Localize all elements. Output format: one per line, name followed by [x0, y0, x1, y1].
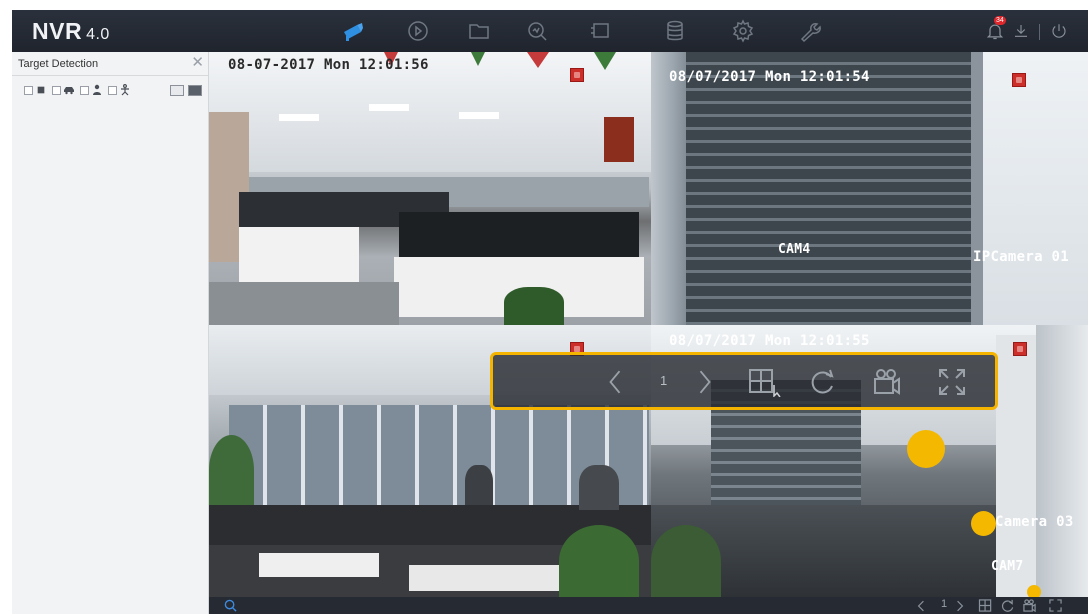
- search-icon[interactable]: [223, 598, 237, 613]
- previous-screen-icon[interactable]: [915, 598, 927, 613]
- human-checkbox[interactable]: [80, 85, 89, 95]
- camera-name: Camera 03: [995, 514, 1074, 530]
- gear-icon[interactable]: [730, 19, 756, 43]
- start-recording-icon[interactable]: [869, 367, 903, 397]
- app-logo: NVR 4.0: [32, 18, 110, 45]
- live-view-floating-toolbar: 1: [490, 352, 998, 410]
- human-body-icon: [119, 84, 131, 96]
- recording-indicator-icon: [570, 68, 584, 82]
- download-icon[interactable]: [1010, 19, 1032, 43]
- alarm-count-badge: 34: [994, 16, 1006, 25]
- folder-icon[interactable]: [466, 19, 492, 43]
- desk: [409, 565, 579, 591]
- playback-icon[interactable]: [405, 19, 431, 43]
- layout-grid-icon[interactable]: [977, 598, 995, 613]
- time-filter-button[interactable]: [170, 84, 184, 96]
- pillar: [1036, 325, 1088, 597]
- camera-timestamp: 08-07-2017 Mon 12:01:56: [228, 57, 429, 73]
- select-all-checkbox[interactable]: [24, 85, 33, 95]
- vehicle-checkbox[interactable]: [52, 85, 61, 95]
- building-edge: [971, 52, 983, 325]
- database-icon[interactable]: [662, 19, 688, 43]
- panel-title: Target Detection: [18, 57, 99, 70]
- floor: [209, 282, 399, 325]
- desk-partition: [399, 212, 639, 257]
- camera-name: IPCamera 01: [973, 249, 1070, 265]
- alarm-bell-icon[interactable]: 34: [984, 16, 1006, 43]
- close-icon[interactable]: ✕: [191, 55, 204, 71]
- auto-switch-icon[interactable]: [805, 367, 839, 397]
- target-detection-panel: Target Detection ✕: [12, 52, 209, 614]
- building-facade: [686, 52, 971, 325]
- camera-label: CAM4: [778, 242, 811, 257]
- version-text: 4.0: [86, 26, 110, 43]
- camera-label: CAM7: [991, 559, 1024, 574]
- full-screen-icon[interactable]: [935, 367, 969, 397]
- screen-page-number: 1: [660, 373, 668, 388]
- screen-page-number: 1: [941, 598, 948, 610]
- poster: [604, 117, 634, 162]
- plant: [209, 435, 254, 505]
- ceiling-light: [279, 114, 319, 121]
- next-screen-icon[interactable]: [954, 598, 966, 613]
- layout-grid-icon[interactable]: [747, 367, 783, 397]
- next-screen-icon[interactable]: [693, 367, 717, 397]
- top-menu-bar: NVR 4.0 34: [12, 10, 1088, 52]
- highlight-marker: [907, 430, 945, 468]
- camera-timestamp: 08/07/2017 Mon 12:01:55: [669, 333, 870, 349]
- sky: [971, 52, 1088, 325]
- bottom-toolbar: 1: [209, 597, 1088, 614]
- live-view-camera-icon[interactable]: [340, 19, 366, 43]
- person: [579, 465, 619, 510]
- car-icon: [63, 84, 75, 96]
- divider: [1039, 24, 1040, 40]
- panel-header: Target Detection ✕: [12, 52, 208, 76]
- window-icon[interactable]: [587, 19, 613, 43]
- ceiling-light: [459, 112, 499, 119]
- search-chart-icon[interactable]: [524, 19, 550, 43]
- wrench-icon[interactable]: [797, 19, 823, 43]
- person: [465, 465, 493, 505]
- all-targets-icon: [35, 84, 47, 96]
- plant: [559, 525, 639, 597]
- camera-tile-2[interactable]: 08/07/2017 Mon 12:01:54 CAM4 IPCamera 01: [651, 52, 1088, 325]
- camera-timestamp: 08/07/2017 Mon 12:01:54: [669, 69, 870, 85]
- previous-screen-icon[interactable]: [603, 367, 627, 397]
- start-recording-icon[interactable]: [1021, 598, 1037, 613]
- desk: [259, 553, 379, 577]
- trees: [651, 525, 721, 597]
- person-icon: [91, 84, 103, 96]
- ceiling-light: [369, 104, 409, 111]
- recording-indicator-icon: [1012, 73, 1026, 87]
- recording-indicator-icon: [1013, 342, 1027, 356]
- perimeter-checkbox[interactable]: [108, 85, 117, 95]
- plant: [504, 287, 564, 325]
- image-filter-button[interactable]: [188, 84, 202, 96]
- desk: [239, 227, 359, 282]
- logo-text: NVR: [32, 18, 83, 44]
- auto-switch-icon[interactable]: [999, 598, 1015, 613]
- tower: [996, 335, 1036, 597]
- detection-filters: [12, 76, 208, 96]
- full-screen-icon[interactable]: [1047, 598, 1063, 613]
- nvr-live-view: NVR 4.0 34 Target Detection ✕ 08-07-2017…: [0, 0, 1088, 614]
- camera-tile-1[interactable]: 08-07-2017 Mon 12:01:56: [209, 52, 651, 325]
- highlight-marker: [971, 511, 996, 536]
- power-icon[interactable]: [1048, 19, 1070, 43]
